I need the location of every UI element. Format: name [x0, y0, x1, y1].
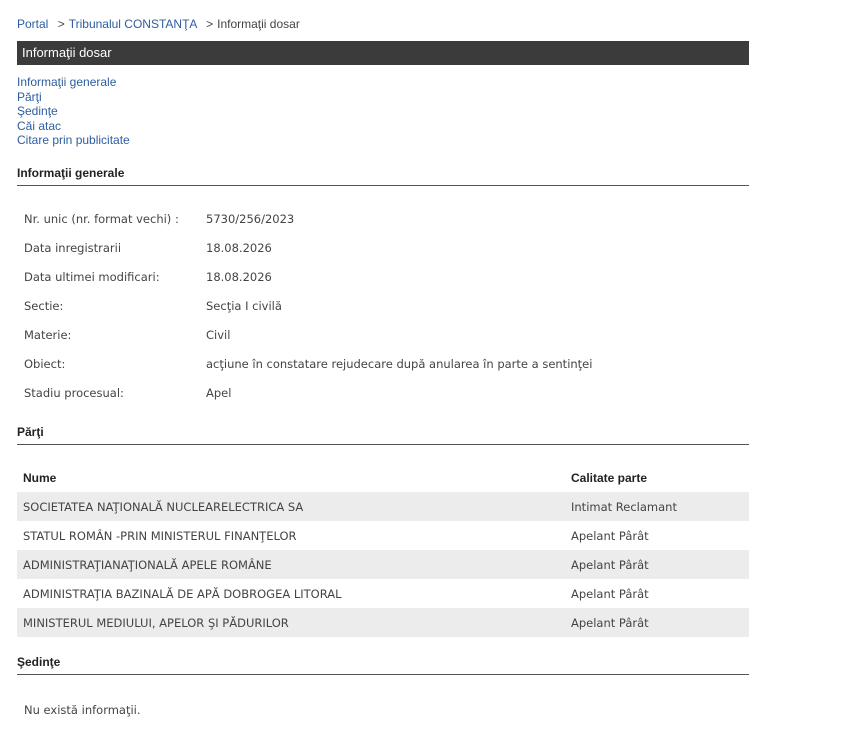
breadcrumb-separator: > [206, 17, 214, 31]
breadcrumb-current: Informaţii dosar [217, 17, 300, 31]
party-name: SOCIETATEA NAŢIONALĂ NUCLEARELECTRICA SA [17, 492, 565, 521]
section-heading-sedinte: Şedinţe [17, 655, 749, 675]
party-name: MINISTERUL MEDIULUI, APELOR ŞI PĂDURILOR [17, 608, 565, 637]
table-row: MINISTERUL MEDIULUI, APELOR ŞI PĂDURILOR… [17, 608, 749, 637]
party-role: Apelant Pârât [565, 550, 749, 579]
info-label: Stadiu procesual: [24, 386, 124, 400]
party-name: STATUL ROMÂN -PRIN MINISTERUL FINANŢELOR [23, 528, 297, 543]
info-row-materie: Materie: Civil [24, 328, 230, 342]
breadcrumb-separator: > [57, 17, 65, 31]
table-row: SOCIETATEA NAŢIONALĂ NUCLEARELECTRICA SA… [17, 492, 749, 521]
parti-table: Nume Calitate parte SOCIETATEA NAŢIONALĂ… [17, 463, 749, 637]
section-heading-general: Informaţii generale [17, 166, 749, 186]
info-label: Data ultimei modificari: [24, 270, 160, 284]
toc-link-sedinte[interactable]: Şedinţe [17, 104, 130, 119]
table-row: ADMINISTRAŢIA BAZINALĂ DE APĂ DOBROGEA L… [17, 579, 749, 608]
info-row-stadiu: Stadiu procesual: Apel [24, 386, 231, 400]
table-row: ADMINISTRAŢIANAŢIONALĂ APELE ROMÂNE Apel… [17, 550, 749, 579]
info-value: Civil [206, 328, 231, 342]
info-label: Nr. unic (nr. format vechi) : [24, 212, 179, 226]
info-label: Data inregistrarii [24, 241, 122, 255]
breadcrumb: Portal > Tribunalul CONSTANŢA > Informaţii… [17, 17, 300, 31]
section-heading-parti: Părţi [17, 425, 749, 445]
party-role: Apelant Pârât [565, 608, 749, 637]
toc-link-parti[interactable]: Părţi [17, 90, 130, 105]
toc-link-cai-atac[interactable]: Căi atac [17, 119, 130, 134]
table-of-contents: Informaţii generale Părţi Şedinţe Căi at… [17, 75, 130, 148]
info-value: acţiune în constatare rejudecare după an… [206, 357, 593, 371]
info-value: 18.08.2026 [206, 241, 272, 255]
info-row-sectie: Sectie: Secţia I civilă [24, 299, 282, 313]
party-name: ADMINISTRAŢIANAŢIONALĂ APELE ROMÂNE [17, 550, 565, 579]
party-name: ADMINISTRAŢIA BAZINALĂ DE APĂ DOBROGEA L… [23, 586, 342, 601]
party-role: Apelant Pârât [571, 586, 649, 601]
page-title: Informaţii dosar [17, 41, 749, 65]
toc-link-informatii-generale[interactable]: Informaţii generale [17, 75, 130, 90]
info-label: Obiect: [24, 357, 66, 371]
party-role: Apelant Pârât [571, 528, 649, 543]
info-row-nr-unic: Nr. unic (nr. format vechi) : 5730/256/2… [24, 212, 294, 226]
info-label: Sectie: [24, 299, 64, 313]
info-row-data-inregistrarii: Data inregistrarii 18.08.2026 [24, 241, 272, 255]
table-row: STATUL ROMÂN -PRIN MINISTERUL FINANŢELOR… [17, 521, 749, 550]
info-value: 5730/256/2023 [206, 212, 295, 226]
sedinte-empty-message: Nu există informaţii. [24, 703, 141, 717]
info-value: 18.08.2026 [206, 270, 272, 284]
breadcrumb-portal-link[interactable]: Portal [17, 17, 48, 31]
column-header-nume: Nume [23, 470, 57, 485]
party-role: Intimat Reclamant [565, 492, 749, 521]
breadcrumb-court-link[interactable]: Tribunalul CONSTANŢA [69, 17, 197, 31]
info-value: Secţia I civilă [206, 299, 282, 313]
info-value: Apel [206, 386, 232, 400]
info-row-obiect: Obiect: acţiune în constatare rejudecare… [24, 357, 592, 371]
toc-link-citare-publicitate[interactable]: Citare prin publicitate [17, 133, 130, 148]
table-header-row: Nume Calitate parte [17, 463, 749, 492]
info-label: Materie: [24, 328, 72, 342]
info-row-data-modificari: Data ultimei modificari: 18.08.2026 [24, 270, 272, 284]
column-header-calitate: Calitate parte [571, 470, 648, 485]
